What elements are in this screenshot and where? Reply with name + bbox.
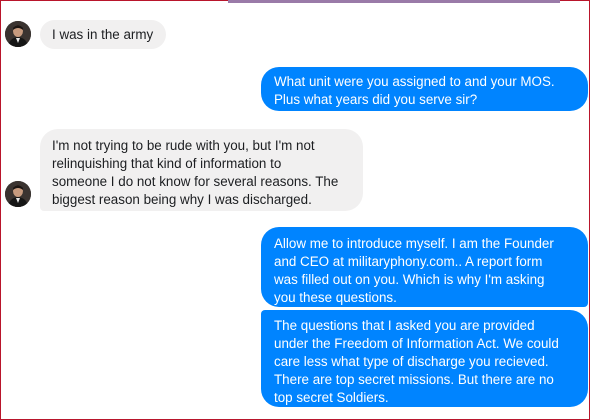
message-text-line: relinquishing that kind of information t… xyxy=(52,156,282,171)
message-text-line: Plus what years did you serve sir? xyxy=(274,92,478,107)
message-bubble-outgoing[interactable]: The questions that I asked you are provi… xyxy=(261,310,588,407)
message-text-line: top secret Soldiers. xyxy=(274,390,389,405)
message-text-line: I was in the army xyxy=(52,27,154,42)
message-text-line: Allow me to introduce myself. I am the F… xyxy=(274,236,554,251)
message-text-line: What unit were you assigned to and your … xyxy=(274,74,555,89)
message-bubble-incoming[interactable]: I was in the army xyxy=(40,20,166,49)
message-text-line: I'm not trying to be rude with you, but … xyxy=(52,138,315,153)
profile-photo-icon xyxy=(5,181,31,207)
message-bubble-outgoing[interactable]: Allow me to introduce myself. I am the F… xyxy=(261,227,588,307)
message-text-line: under the Freedom of Information Act. We… xyxy=(274,336,559,351)
message-text-line: was filled out on you. Which is why I'm … xyxy=(274,272,545,287)
message-text-line: biggest reason being why I was discharge… xyxy=(52,192,312,207)
message-text-line: care less what type of discharge you rec… xyxy=(274,354,549,369)
contact-avatar[interactable] xyxy=(5,21,31,47)
message-text-line: someone I do not know for several reason… xyxy=(52,174,339,189)
message-text-line: The questions that I asked you are provi… xyxy=(274,318,535,333)
contact-avatar[interactable] xyxy=(5,181,31,207)
profile-photo-icon xyxy=(5,21,31,47)
message-bubble-outgoing[interactable]: What unit were you assigned to and your … xyxy=(261,67,588,111)
message-text-line: you these questions. xyxy=(274,290,397,305)
message-text-line: and CEO at militaryphony.com.. A report … xyxy=(274,254,543,269)
cropped-bubble-edge xyxy=(228,0,560,3)
message-text-line: There are top secret missions. But there… xyxy=(274,372,554,387)
message-bubble-incoming[interactable]: I'm not trying to be rude with you, but … xyxy=(40,129,363,211)
